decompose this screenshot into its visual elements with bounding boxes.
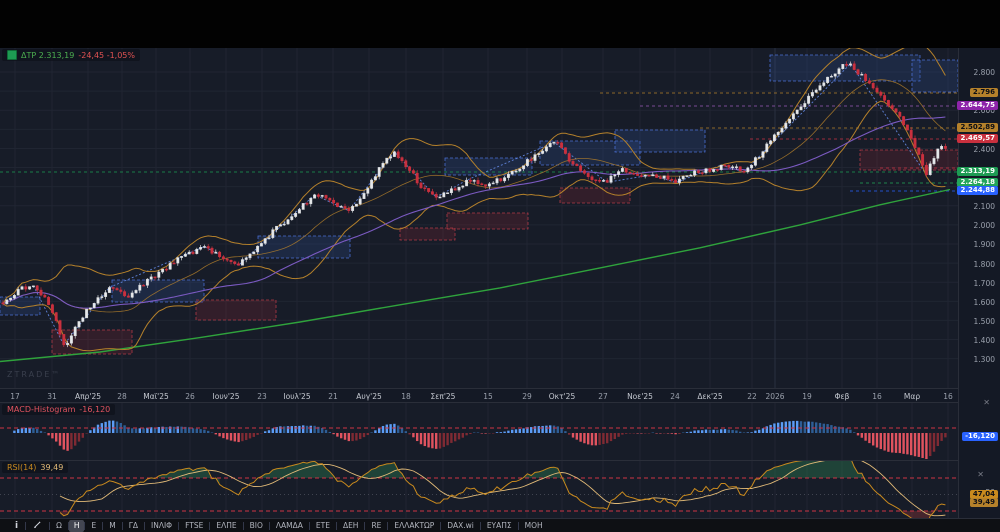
price-label: 2.000 xyxy=(973,221,995,230)
toolbar-tab-ΓΔ[interactable]: ΓΔ xyxy=(123,520,144,532)
time-tick: Ιουν'25 xyxy=(212,392,240,401)
time-tick: 2026 xyxy=(765,392,785,401)
toolbar-tab-ΕΛΛΑΚΤΩΡ[interactable]: ΕΛΛΑΚΤΩΡ xyxy=(388,520,440,532)
time-tick: 21 xyxy=(328,392,338,401)
rsi-legend: RSI(14) 39,49 xyxy=(2,462,69,473)
time-axis[interactable]: 17 31 Απρ'25 28 Μαϊ'25 26 Ιουν'25 23 Ιουλ'25 21 Αυ… xyxy=(0,388,1000,403)
price-label: 2.400 xyxy=(973,145,995,154)
pencil-icon[interactable] xyxy=(26,520,49,532)
time-tick: 29 xyxy=(522,392,532,401)
price-label: 1.300 xyxy=(973,355,995,364)
main-chart-pane[interactable]: ΔTP 2.313,19 -24,45 -1,05% ZTRADE™ xyxy=(0,48,958,388)
toolbar-tab-FTSE[interactable]: FTSE xyxy=(179,520,209,532)
time-tick: Φεβ xyxy=(834,392,850,401)
price-badge: 2.796 xyxy=(969,88,998,97)
toolbar-tab-Μ[interactable]: Μ xyxy=(103,520,121,532)
symbol-icon xyxy=(7,50,17,60)
price-label: 2.100 xyxy=(973,202,995,211)
time-tick: Μαρ xyxy=(903,392,921,401)
toolbar-tab-ΕΥΑΠΣ[interactable]: ΕΥΑΠΣ xyxy=(481,520,518,532)
top-band xyxy=(0,0,1000,48)
toolbar-tab-DAX.wi[interactable]: DAX.wi xyxy=(441,520,480,532)
info-icon[interactable]: i xyxy=(8,521,25,531)
time-tick: 16 xyxy=(872,392,882,401)
rsi-close-icon[interactable]: ✕ xyxy=(977,470,984,479)
time-tick: 28 xyxy=(117,392,127,401)
price-label: 1.900 xyxy=(973,240,995,249)
price-badge: 2.469,57 xyxy=(957,134,998,143)
toolbar-tab-ΕΤΕ[interactable]: ΕΤΕ xyxy=(310,520,336,532)
toolbar-tab-Ε[interactable]: Ε xyxy=(85,520,102,532)
time-tick: 26 xyxy=(185,392,195,401)
toolbar-tab-Ω[interactable]: Ω xyxy=(50,520,68,532)
time-tick: Οκτ'25 xyxy=(548,392,576,401)
time-tick: 27 xyxy=(598,392,608,401)
toolbar-tab-ΛΑΜΔΑ[interactable]: ΛΑΜΔΑ xyxy=(270,520,309,532)
price-label: 2.800 xyxy=(973,68,995,77)
price-badge: 2.313,19 xyxy=(957,167,998,176)
time-tick: Ιουλ'25 xyxy=(283,392,311,401)
trading-chart-app: ΔTP 2.313,19 -24,45 -1,05% ZTRADE™ 17 31 Α… xyxy=(0,0,1000,532)
price-label: 1.500 xyxy=(973,317,995,326)
toolbar-tab-ΔΕΗ[interactable]: ΔΕΗ xyxy=(337,520,365,532)
symbol-legend: ΔTP 2.313,19 -24,45 -1,05% xyxy=(2,49,140,61)
time-tick: Μαϊ'25 xyxy=(143,392,169,401)
toolbar-tab-ΙΝΛΙΦ[interactable]: ΙΝΛΙΦ xyxy=(145,520,178,532)
symbol-and-last: ΔTP 2.313,19 xyxy=(21,50,75,60)
time-tick: 23 xyxy=(257,392,267,401)
macd-value-badge: -16,120 xyxy=(962,432,998,441)
price-label: 1.800 xyxy=(973,260,995,269)
change-value: -24,45 -1,05% xyxy=(78,50,135,60)
macd-value: -16,120 xyxy=(79,405,111,414)
toolbar-tab-ΜΟΗ[interactable]: ΜΟΗ xyxy=(519,520,549,532)
bottom-toolbar: i Ω Η Ε Μ ΓΔ ΙΝΛΙΦ FTSE ΕΛΠΕ ΒΙΟ ΛΑΜΔΑ ΕΤΕ ΔΕΗ RE ΕΛΛ… xyxy=(0,518,1000,532)
macd-histogram-chart[interactable] xyxy=(0,403,958,460)
candlestick-chart[interactable] xyxy=(0,48,958,388)
macd-close-icon[interactable]: ✕ xyxy=(983,398,990,407)
price-label: 1.700 xyxy=(973,279,995,288)
time-tick: 15 xyxy=(483,392,493,401)
rsi-title: RSI(14) xyxy=(7,463,37,472)
time-tick: Σεπ'25 xyxy=(430,392,456,401)
price-badge: 2.644,75 xyxy=(957,101,998,110)
macd-legend: MACD-Histogram -16,120 xyxy=(2,404,116,415)
price-axis[interactable]: ✕ ✕ 2.800 2.600 2.400 2.100 2.000 1.900 1.800 1… xyxy=(957,48,1000,518)
rsi-value: 39,49 xyxy=(40,463,64,472)
time-tick: 17 xyxy=(10,392,20,401)
rsi-chart[interactable] xyxy=(0,461,958,519)
time-tick: 24 xyxy=(670,392,680,401)
time-tick: 18 xyxy=(401,392,411,401)
rsi-value-badge: 39,49 xyxy=(969,498,998,507)
toolbar-tab-RE[interactable]: RE xyxy=(365,520,387,532)
platform-watermark: ZTRADE™ xyxy=(7,370,62,379)
toolbar-tabs: Ω Η Ε Μ ΓΔ ΙΝΛΙΦ FTSE ΕΛΠΕ ΒΙΟ ΛΑΜΔΑ ΕΤΕ ΔΕΗ RE ΕΛΛΑΚ… xyxy=(50,519,549,532)
time-tick: 19 xyxy=(802,392,812,401)
time-tick: Απρ'25 xyxy=(74,392,102,401)
time-tick: 31 xyxy=(47,392,57,401)
time-tick: 16 xyxy=(943,392,953,401)
toolbar-tab-ΕΛΠΕ[interactable]: ΕΛΠΕ xyxy=(210,520,242,532)
macd-pane[interactable]: MACD-Histogram -16,120 xyxy=(0,403,958,460)
rsi-pane[interactable]: RSI(14) 39,49 xyxy=(0,460,958,519)
time-tick: Νοε'25 xyxy=(627,392,653,401)
time-tick: 22 xyxy=(747,392,757,401)
time-tick: Αυγ'25 xyxy=(356,392,382,401)
price-label: 1.400 xyxy=(973,336,995,345)
toolbar-tab-Η[interactable]: Η xyxy=(68,519,85,532)
price-label: 1.600 xyxy=(973,298,995,307)
time-tick: Δεκ'25 xyxy=(697,392,723,401)
price-badge: 2.244,88 xyxy=(957,186,998,195)
toolbar-tab-ΒΙΟ[interactable]: ΒΙΟ xyxy=(244,520,269,532)
price-badge: 2.502,89 xyxy=(957,123,998,132)
macd-title: MACD-Histogram xyxy=(7,405,76,414)
